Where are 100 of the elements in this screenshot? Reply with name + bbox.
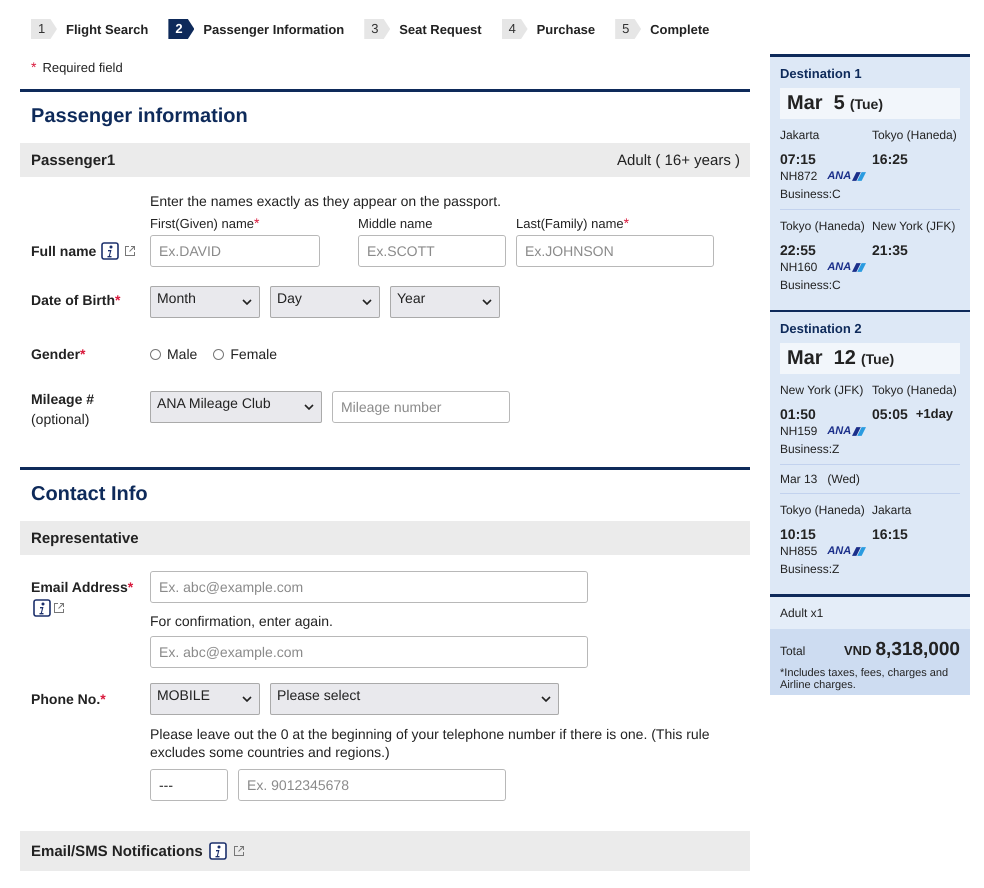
departure-time: 22:55 — [780, 241, 817, 258]
step-label: Purchase — [536, 22, 596, 36]
arrival-city: Jakarta — [872, 502, 912, 518]
arrival-city: Tokyo (Haneda) — [872, 127, 958, 143]
weekday-text: (Tue) — [860, 350, 894, 366]
step-number: 3 — [364, 19, 390, 39]
arrival-city: Tokyo (Haneda) — [872, 382, 958, 398]
flight-number: NH160 — [780, 260, 818, 274]
weekday-text: (Wed) — [827, 472, 860, 486]
area-code-input[interactable]: --- — [150, 769, 228, 801]
step-label: Passenger Information — [203, 22, 344, 36]
airline-logo: ANA — [827, 545, 866, 557]
name-input[interactable]: Ex.DAVID — [150, 235, 320, 267]
departure-city: Tokyo (Haneda) — [780, 502, 866, 518]
segment-date: Mar 13 — [780, 472, 818, 486]
date-text: Mar 5 — [787, 92, 845, 115]
radio-option[interactable]: Male — [150, 346, 198, 362]
info-icon[interactable] — [101, 242, 120, 260]
section-title: Passenger information — [30, 104, 249, 129]
cabin-class: Business:Z — [780, 562, 840, 576]
external-link-icon[interactable] — [53, 602, 65, 614]
phone-note: Please leave out the 0 at the beginning of your telephone number if there is one. (This rule excludes some countries and regions.) — [150, 725, 711, 761]
phone-type-dropdown[interactable]: MOBILE — [150, 683, 260, 715]
field-label: Phone No.* — [31, 691, 106, 707]
arrival-time: 05:05 — [872, 405, 908, 422]
chevron-icon — [482, 299, 492, 305]
departure-time: 10:15 — [780, 525, 817, 542]
flight-number: NH855 — [780, 544, 818, 558]
traveler-count: Adult x1 — [770, 594, 970, 629]
field-label: Gender* — [31, 346, 86, 362]
arrival-time: 16:25 — [872, 150, 908, 167]
step-number: 2 — [168, 19, 194, 39]
step-number: 4 — [502, 19, 528, 39]
step-label: Seat Request — [399, 22, 482, 36]
country-dropdown[interactable]: Please select — [270, 683, 559, 715]
departure-city: Jakarta — [780, 127, 820, 143]
weekday-text: (Tue) — [850, 96, 883, 112]
step-label: Flight Search — [66, 22, 148, 36]
price-footnote: *Includes taxes, fees, charges and Airline charges. — [780, 667, 950, 691]
external-link-icon[interactable] — [232, 845, 245, 857]
required-note: Required field — [42, 60, 123, 75]
field-label: Date of Birth* — [31, 292, 120, 308]
arrival-time: 21:35 — [872, 241, 908, 258]
field-label: Mileage # — [31, 391, 94, 407]
date-dropdown[interactable]: Day — [270, 286, 380, 318]
field-label: Last(Family) name* — [516, 215, 630, 231]
program-dropdown[interactable]: ANA Mileage Club — [150, 391, 322, 423]
field-label: First(Given) name* — [150, 215, 260, 231]
destination-title: Destination 1 — [780, 65, 863, 83]
radio-option[interactable]: Female — [213, 346, 278, 362]
departure-city: Tokyo (Haneda) — [780, 218, 866, 234]
step-number: 1 — [31, 19, 57, 39]
name-hint: Enter the names exactly as they appear on the passport. — [150, 193, 502, 209]
required-mark: * — [31, 59, 36, 75]
radio-button[interactable] — [150, 348, 161, 360]
mileage-input[interactable]: Mileage number — [332, 391, 510, 423]
arrival-city: New York (JFK) — [872, 218, 956, 234]
departure-city: New York (JFK) — [780, 382, 864, 398]
arrival-time: 16:15 — [872, 525, 908, 542]
external-link-icon[interactable] — [124, 245, 136, 257]
name-input[interactable]: Ex.SCOTT — [358, 235, 506, 267]
step-label: Complete — [650, 22, 710, 36]
departure-time: 01:50 — [780, 405, 817, 422]
destination-title: Destination 2 — [780, 320, 863, 338]
subsection-title: Email/SMS Notifications — [31, 842, 203, 860]
step-number: 5 — [615, 19, 642, 39]
cabin-class: Business:C — [780, 187, 842, 201]
section-title: Contact Info — [30, 482, 149, 507]
chevron-icon — [242, 696, 252, 702]
flight-number: NH159 — [780, 424, 818, 438]
airline-logo: ANA — [827, 261, 866, 273]
subsection-title: Representative — [31, 530, 139, 546]
date-dropdown[interactable]: Year — [390, 286, 500, 318]
phone-input[interactable]: Ex. 9012345678 — [238, 769, 506, 801]
email-input[interactable]: Ex. abc@example.com — [150, 571, 588, 603]
info-icon[interactable] — [208, 842, 227, 860]
total-label: Total — [780, 644, 806, 658]
currency: VND — [844, 643, 872, 658]
departure-time: 07:15 — [780, 150, 817, 167]
chevron-icon — [541, 696, 551, 702]
name-input[interactable]: Ex.JOHNSON — [516, 235, 714, 267]
total-amount: 8,318,000 — [875, 639, 960, 661]
radio-button[interactable] — [213, 348, 224, 360]
email-confirm-input[interactable]: Ex. abc@example.com — [150, 636, 588, 668]
optional-note: (optional) — [31, 411, 90, 427]
passenger-type: Adult ( 16+ years ) — [617, 152, 740, 168]
passenger-name: Passenger1 — [31, 152, 116, 168]
airline-logo: ANA — [827, 425, 866, 437]
date-text: Mar 12 — [787, 347, 856, 370]
info-icon[interactable] — [33, 599, 51, 617]
field-label: Middle name — [358, 216, 432, 230]
date-dropdown[interactable]: Month — [150, 286, 260, 318]
cabin-class: Business:Z — [780, 442, 840, 456]
chevron-icon — [362, 299, 372, 305]
next-day-note: +1day — [916, 405, 954, 422]
chevron-icon — [242, 299, 252, 305]
confirm-hint: For confirmation, enter again. — [150, 613, 334, 629]
flight-number: NH872 — [780, 169, 818, 183]
airline-logo: ANA — [827, 170, 866, 182]
field-label: Full name — [31, 243, 96, 259]
